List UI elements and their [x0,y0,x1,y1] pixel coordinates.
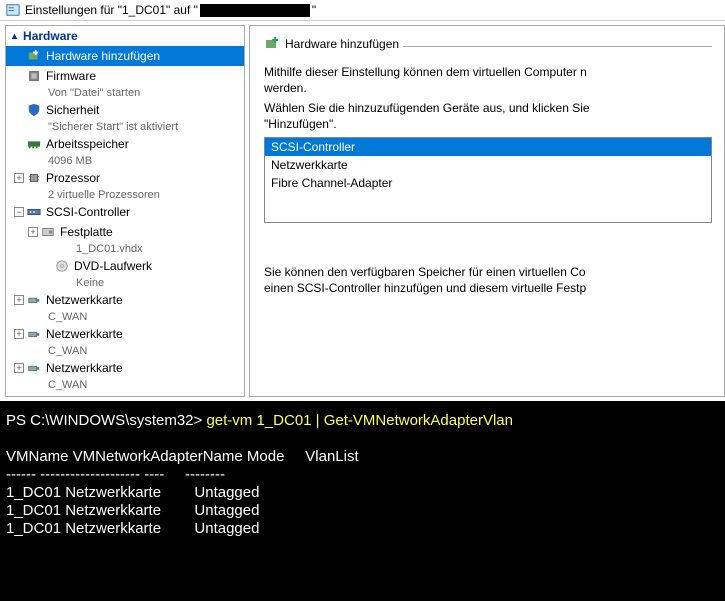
tree-item-nic-2[interactable]: + Netzwerkkarte [6,324,244,344]
detail-desc-line2b: "Hinzufügen". [264,117,712,131]
nic-icon [26,360,42,376]
tree-item-label: Sicherheit [46,102,99,118]
memory-icon [26,136,42,152]
tree-item-firmware[interactable]: Firmware [6,66,244,86]
tree-section-hardware[interactable]: ▴ Hardware [6,26,244,46]
harddisk-icon [40,224,56,240]
window-titlebar: Einstellungen für "1_DC01" auf " " [0,0,725,21]
tree-item-nic-2-sub: C_WAN [6,344,244,358]
listbox-option-scsi[interactable]: SCSI-Controller [265,138,711,156]
tree-item-nic-3-sub: C_WAN [6,378,244,392]
detail-desc-line1: Mithilfe dieser Einstellung können dem v… [264,65,712,79]
tree-item-nic-3[interactable]: + Netzwerkkarte [6,358,244,378]
ps-output-row: 1_DC01 Netzwerkkarte Untagged [6,484,259,501]
tree-item-dvd[interactable]: DVD-Laufwerk [6,256,244,276]
tree-item-label: Netzwerkkarte [46,326,123,342]
add-hardware-icon [264,36,280,52]
tree-item-add-hardware[interactable]: Hardware hinzufügen [6,46,244,66]
expand-icon[interactable]: + [14,173,24,183]
tree-item-label: Netzwerkkarte [46,360,123,376]
ps-prompt: PS C:\WINDOWS\system32> [6,412,206,429]
expand-icon[interactable]: + [14,329,24,339]
ps-output-row: 1_DC01 Netzwerkkarte Untagged [6,520,259,537]
hardware-tree-panel: ▴ Hardware Hardware hinzufügen Firmware … [5,25,245,397]
tree-item-firmware-sub: Von "Datei" starten [6,86,244,100]
tree-item-dvd-sub: Keine [6,276,244,290]
dvd-icon [54,258,70,274]
scsi-icon [26,204,42,220]
tree-item-nic-1-sub: C_WAN [6,310,244,324]
expand-icon[interactable]: + [14,295,24,305]
powershell-console[interactable]: PS C:\WINDOWS\system32> get-vm 1_DC01 | … [0,401,725,601]
expand-icon[interactable]: + [28,227,38,237]
settings-window-icon [6,3,20,17]
listbox-option-nic[interactable]: Netzwerkkarte [265,156,711,174]
detail-desc-line1b: werden. [264,81,712,95]
ps-output-header: VMName VMNetworkAdapterName Mode VlanLis… [6,448,359,465]
tree-item-label: SCSI-Controller [46,204,130,220]
tree-item-label: DVD-Laufwerk [74,258,152,274]
detail-desc-line2a: Wählen Sie die hinzuzufügenden Geräte au… [264,101,712,115]
tree-item-memory[interactable]: Arbeitsspeicher [6,134,244,154]
detail-desc-line3b: einen SCSI-Controller hinzufügen und die… [264,281,712,295]
firmware-icon [26,68,42,84]
detail-heading: Hardware hinzufügen [264,36,712,55]
ps-command: get-vm 1_DC01 | Get-VMNetworkAdapterVlan [206,412,513,429]
ps-output-row: 1_DC01 Netzwerkkarte Untagged [6,502,259,519]
tree-item-security-sub: "Sicherer Start" ist aktiviert [6,120,244,134]
redacted-hostname [200,4,310,17]
listbox-option-fc[interactable]: Fibre Channel-Adapter [265,174,711,192]
detail-desc-line3a: Sie können den verfügbaren Speicher für … [264,265,712,279]
tree-item-processor[interactable]: + Prozessor [6,168,244,188]
tree-item-scsi-controller[interactable]: − SCSI-Controller [6,202,244,222]
detail-panel-add-hardware: Hardware hinzufügen Mithilfe dieser Eins… [249,25,725,397]
settings-body: ▴ Hardware Hardware hinzufügen Firmware … [0,21,725,401]
tree-item-memory-sub: 4096 MB [6,154,244,168]
shield-icon [26,102,42,118]
cpu-icon [26,170,42,186]
tree-item-harddisk-sub: 1_DC01.vhdx [6,242,244,256]
detail-heading-text: Hardware hinzufügen [285,37,399,51]
device-listbox[interactable]: SCSI-Controller Netzwerkkarte Fibre Chan… [264,137,712,223]
tree-item-harddisk[interactable]: + Festplatte [6,222,244,242]
nic-icon [26,326,42,342]
window-title-suffix: " [312,3,316,17]
collapse-icon[interactable]: − [14,207,24,217]
window-title-prefix: Einstellungen für "1_DC01" auf " [25,3,198,17]
ps-output-dashes: ------ -------------------- ---- -------… [6,466,225,483]
tree-item-label: Arbeitsspeicher [46,136,129,152]
tree-item-security[interactable]: Sicherheit [6,100,244,120]
tree-item-nic-1[interactable]: + Netzwerkkarte [6,290,244,310]
tree-item-label: Firmware [46,68,96,84]
add-hardware-icon [26,48,42,64]
nic-icon [26,292,42,308]
tree-item-label: Prozessor [46,170,100,186]
tree-item-label: Festplatte [60,224,113,240]
tree-item-label: Netzwerkkarte [46,292,123,308]
tree-item-processor-sub: 2 virtuelle Prozessoren [6,188,244,202]
expand-icon[interactable]: + [14,363,24,373]
collapse-chevron-icon: ▴ [12,31,17,42]
tree-item-label: Hardware hinzufügen [46,48,160,64]
tree-section-label: Hardware [23,29,78,43]
